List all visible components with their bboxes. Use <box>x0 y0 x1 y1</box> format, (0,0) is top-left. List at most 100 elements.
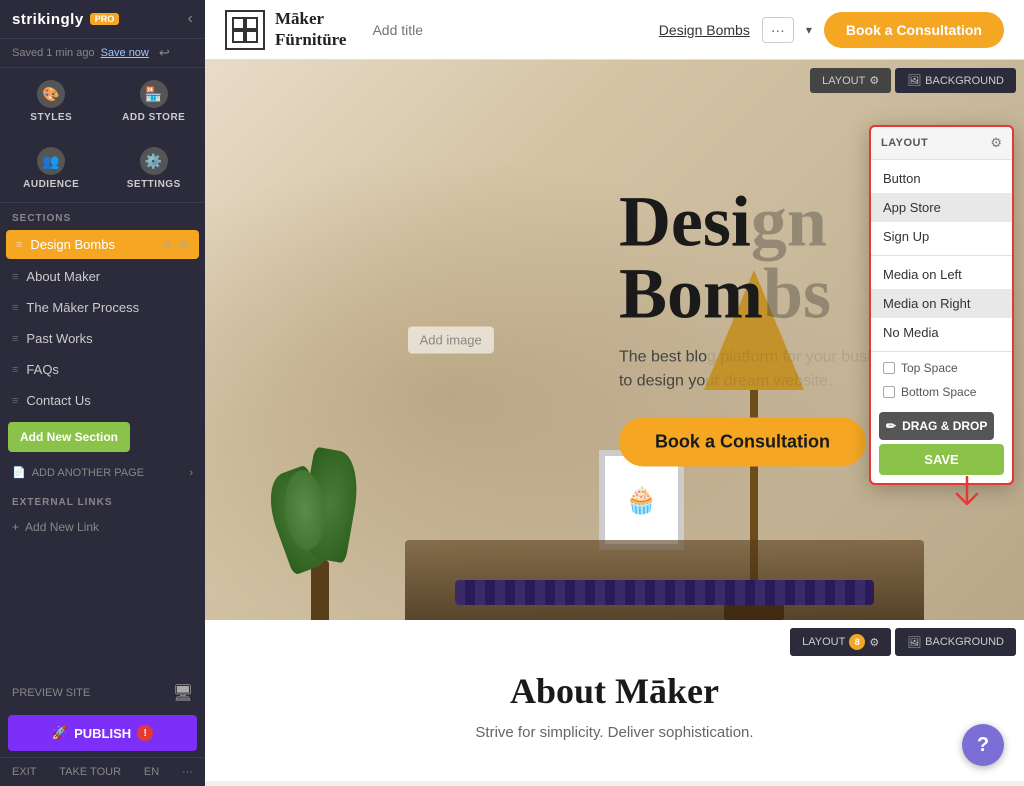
save-now-link[interactable]: Save now <box>101 47 149 59</box>
layout-divider <box>871 255 1012 256</box>
more-options-icon[interactable]: ··· <box>182 766 193 778</box>
layout-divider-2 <box>871 351 1012 352</box>
section-item-maker-process[interactable]: ≡ The Māker Process <box>0 292 205 323</box>
add-new-link-label: Add New Link <box>25 520 99 534</box>
hero-floor <box>205 500 1024 620</box>
exit-link[interactable]: EXIT <box>12 766 36 778</box>
layout-popup-header: LAYOUT ⚙ <box>871 127 1012 160</box>
layout-label: LAYOUT <box>822 75 865 87</box>
add-another-page-link[interactable]: 📄 ADD ANOTHER PAGE › <box>0 458 205 487</box>
section-item-label: Past Works <box>26 331 92 346</box>
section-item-label: About Maker <box>26 269 100 284</box>
hero-cta-button[interactable]: Book a Consultation <box>619 417 866 466</box>
preview-site-row: PREVIEW SITE 🖥 🚀 PUBLISH ! <box>0 673 205 757</box>
monitor-icon: 🖥 <box>173 683 193 703</box>
layout-item-no-media[interactable]: No Media <box>871 318 1012 347</box>
chevron-right-icon: › <box>189 467 193 479</box>
nav-dots-button[interactable]: ··· <box>762 17 794 43</box>
strikingly-logo: strikingly PRO <box>12 11 119 28</box>
layout-item-app-store[interactable]: App Store <box>871 193 1012 222</box>
section-item-past-works[interactable]: ≡ Past Works <box>0 323 205 354</box>
add-new-link[interactable]: + Add New Link <box>0 512 205 542</box>
drag-drop-button[interactable]: ✏ DRAG & DROP <box>879 412 994 440</box>
audience-label: AUDIENCE <box>23 179 79 190</box>
section-item-design-bombs[interactable]: ≡ Design Bombs ✕ ⚙ <box>6 230 199 259</box>
layout-gear-button[interactable]: ⚙ <box>990 135 1002 151</box>
layout-button-hero[interactable]: LAYOUT ⚙ <box>810 68 891 93</box>
layout-save-button[interactable]: SAVE <box>879 444 1004 475</box>
sidebar-header: strikingly PRO ‹ <box>0 0 205 39</box>
nav-chevron-button[interactable]: ▾ <box>806 23 812 37</box>
styles-label: STYLES <box>30 112 72 123</box>
red-arrow-indicator <box>952 476 982 521</box>
hero-add-image-label[interactable]: Add image <box>408 327 494 354</box>
section-item-faqs[interactable]: ≡ FAQs <box>0 354 205 385</box>
publish-button[interactable]: 🚀 PUBLISH ! <box>8 715 197 751</box>
about-subtitle: Strive for simplicity. Deliver sophistic… <box>245 724 984 741</box>
styles-icon: 🎨 <box>37 80 65 108</box>
image-icon: 🖼 <box>907 636 921 649</box>
section-item-label: Contact Us <box>26 393 90 408</box>
section-close-icon[interactable]: ✕ <box>162 238 172 252</box>
layout-top-space-item[interactable]: Top Space <box>871 356 1012 380</box>
layout-bottom-space-item[interactable]: Bottom Space <box>871 380 1012 404</box>
drag-handle-icon: ≡ <box>12 302 18 314</box>
layout-item-media-on-right[interactable]: Media on Right <box>871 289 1012 318</box>
brand-line2: Fürnitüre <box>275 30 346 50</box>
background-label: BACKGROUND <box>925 636 1004 648</box>
add-store-button[interactable]: 🏪 ADD STORE <box>103 68 206 135</box>
background-button-hero[interactable]: 🖼 BACKGROUND <box>895 68 1016 93</box>
add-new-section-button[interactable]: Add New Section <box>8 422 130 452</box>
section-settings-icon[interactable]: ⚙ <box>178 238 189 252</box>
layout-count-badge: 8 <box>849 634 865 650</box>
image-icon: 🖼 <box>907 74 921 87</box>
add-store-icon: 🏪 <box>140 80 168 108</box>
hero-section-toolbar: LAYOUT ⚙ 🖼 BACKGROUND <box>802 60 1024 101</box>
gear-icon: ⚙ <box>869 74 879 87</box>
sidebar-close-button[interactable]: ‹ <box>188 10 193 28</box>
drag-drop-label: DRAG & DROP <box>902 419 987 433</box>
help-bubble[interactable]: ? <box>962 724 1004 766</box>
brand-logo-icon <box>225 10 265 50</box>
pro-badge: PRO <box>90 13 120 25</box>
settings-icon: ⚙️ <box>140 147 168 175</box>
section-item-contact-us[interactable]: ≡ Contact Us <box>0 385 205 416</box>
nav-link-design-bombs[interactable]: Design Bombs <box>659 22 750 38</box>
layout-item-button[interactable]: Button <box>871 164 1012 193</box>
saved-text: Saved 1 min ago <box>12 47 95 59</box>
undo-button[interactable]: ↩ <box>159 45 170 61</box>
language-selector[interactable]: EN <box>144 766 159 778</box>
pencil-icon: ✏ <box>886 419 896 433</box>
layout-popup: LAYOUT ⚙ Button App Store Sign Up Media … <box>869 125 1014 485</box>
take-tour-link[interactable]: TAKE TOUR <box>59 766 121 778</box>
about-background-button[interactable]: 🖼 BACKGROUND <box>895 628 1016 656</box>
drag-handle-icon: ≡ <box>12 333 18 345</box>
audience-button[interactable]: 👥 AUDIENCE <box>0 135 103 202</box>
strikingly-brand-text: strikingly <box>12 11 84 28</box>
top-space-checkbox[interactable] <box>883 362 895 374</box>
layout-item-media-on-left[interactable]: Media on Left <box>871 260 1012 289</box>
layout-item-sign-up[interactable]: Sign Up <box>871 222 1012 251</box>
canvas-area: 🧁 Add image Design Bombs The best blog p… <box>205 60 1024 786</box>
hero-section: 🧁 Add image Design Bombs The best blog p… <box>205 60 1024 620</box>
styles-button[interactable]: 🎨 STYLES <box>0 68 103 135</box>
background-label: BACKGROUND <box>925 75 1004 87</box>
sidebar-top-actions: 🎨 STYLES 🏪 ADD STORE 👥 AUDIENCE ⚙️ SETTI… <box>0 68 205 203</box>
sidebar-bottom-bar: EXIT TAKE TOUR EN ··· <box>0 757 205 786</box>
sections-label: SECTIONS <box>0 203 205 228</box>
brand-name-text: Māker Fürnitüre <box>275 9 346 50</box>
about-layout-button[interactable]: LAYOUT 8 ⚙ <box>790 628 891 656</box>
rocket-icon: 🚀 <box>52 725 68 741</box>
saved-bar: Saved 1 min ago Save now ↩ <box>0 39 205 68</box>
drag-handle-icon: ≡ <box>12 395 18 407</box>
bottom-space-checkbox[interactable] <box>883 386 895 398</box>
drag-handle-icon: ≡ <box>16 239 22 251</box>
about-section-toolbar: LAYOUT 8 ⚙ 🖼 BACKGROUND <box>790 628 1016 656</box>
add-another-page-label: ADD ANOTHER PAGE <box>32 467 144 479</box>
book-consultation-button[interactable]: Book a Consultation <box>824 12 1004 48</box>
section-item-about-maker[interactable]: ≡ About Maker <box>0 261 205 292</box>
help-icon: ? <box>977 734 989 757</box>
settings-button[interactable]: ⚙️ SETTINGS <box>103 135 206 202</box>
section-item-label: Design Bombs <box>30 237 115 252</box>
add-title-input[interactable] <box>362 16 642 44</box>
